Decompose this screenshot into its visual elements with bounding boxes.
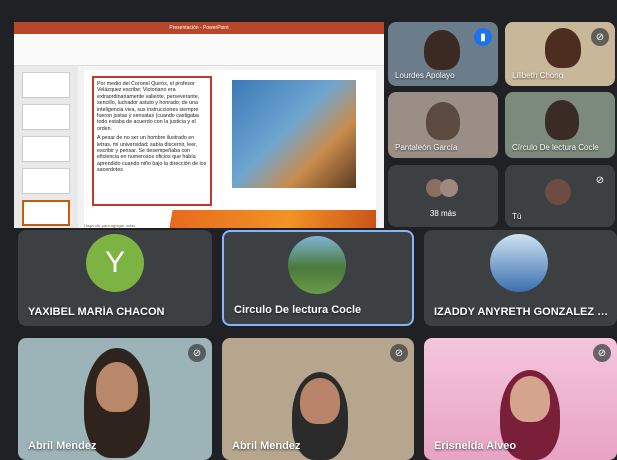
participant-tile[interactable]: ⊘ Abril Mendez (222, 338, 414, 460)
slide-thumbnails (14, 66, 78, 228)
participant-name: Pantaleón García (395, 143, 458, 152)
participant-name: Lourdes Apolayo (395, 71, 455, 80)
powerpoint-title-bar: Presentación - PowerPoint (14, 22, 384, 34)
participant-face (96, 362, 138, 412)
participant-face (510, 376, 550, 422)
slide-paragraph-2: A pesar de no ser un hombre ilustrado en… (97, 135, 207, 174)
avatar (440, 179, 458, 197)
slide-text-box: Por medio del Coronel Quirós, el profeso… (92, 76, 212, 206)
participant-name: YAXIBEL MARÍA CHACON (28, 306, 165, 318)
participant-tile[interactable]: Pantaleón García (388, 92, 498, 158)
audio-level-icon: ▮ (474, 28, 492, 46)
participant-name: Abril Mendez (28, 440, 97, 452)
participant-tile[interactable]: ⊘ Abril Mendez (18, 338, 212, 460)
slide-thumbnail (22, 104, 70, 130)
slide-paragraph-1: Por medio del Coronel Quirós, el profeso… (97, 81, 200, 132)
slide-thumbnail (22, 136, 70, 162)
participant-tile[interactable]: ▮ Lourdes Apolayo (388, 22, 498, 86)
avatar (490, 234, 548, 292)
slide-canvas: Por medio del Coronel Quirós, el profeso… (84, 70, 376, 228)
slide-thumbnail (22, 168, 70, 194)
participant-video (545, 100, 579, 140)
participant-name: Erisnelda Alveo (434, 440, 517, 452)
avatar (288, 236, 346, 294)
mic-off-icon: ⊘ (593, 344, 611, 362)
avatar (545, 179, 571, 205)
participant-name: Circulo De lectura Cocle (234, 304, 362, 316)
participant-video (426, 102, 460, 140)
participant-name: Círculo De lectura Cocle (512, 143, 599, 152)
mic-off-icon: ⊘ (188, 344, 206, 362)
slide-painting-image (232, 80, 356, 188)
participant-tile[interactable]: ⊘ Erisnelda Alveo (424, 338, 617, 460)
more-participants-tile[interactable]: 38 más (388, 165, 498, 227)
powerpoint-ribbon (14, 34, 384, 66)
mic-off-icon: ⊘ (591, 171, 609, 189)
self-tile[interactable]: ⊘ Tú (505, 165, 615, 227)
mic-off-icon: ⊘ (591, 28, 609, 46)
participant-tile[interactable]: IZADDY ANYRETH GONZALEZ GO... (424, 230, 617, 326)
participant-face (300, 378, 340, 424)
participant-name: Abril Mendez (232, 440, 301, 452)
participant-tile-highlighted[interactable]: Circulo De lectura Cocle (222, 230, 414, 326)
mic-off-icon: ⊘ (390, 344, 408, 362)
participant-tile[interactable]: ⊘ Lilibeth Chong (505, 22, 615, 86)
participant-tile[interactable]: Círculo De lectura Cocle (505, 92, 615, 158)
participant-video (424, 30, 460, 70)
shared-presentation: Presentación - PowerPoint Por medio del … (14, 22, 384, 228)
slide-thumbnail-selected (22, 200, 70, 226)
more-participants-count: 38 más (429, 209, 457, 218)
participant-video (545, 28, 581, 68)
participant-name: Lilibeth Chong (512, 71, 564, 80)
participant-tile[interactable]: Y YAXIBEL MARÍA CHACON (18, 230, 212, 326)
participant-name: Tú (512, 212, 522, 221)
avatar-initial: Y (86, 234, 144, 292)
slide-thumbnail (22, 72, 70, 98)
notes-placeholder: Haga clic para agregar notas (84, 223, 136, 228)
participant-name: IZADDY ANYRETH GONZALEZ GO... (434, 306, 612, 318)
